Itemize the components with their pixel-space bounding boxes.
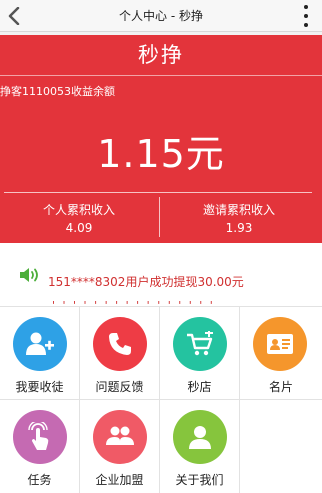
menu-item-label: 问题反馈: [95, 380, 144, 394]
menu-item-label: 我要收徒: [15, 380, 64, 394]
menu-item-about[interactable]: 关于我们: [160, 400, 240, 493]
more-vertical-icon[interactable]: [302, 5, 310, 27]
balance-panel: 秒挣 挣客1110053收益余额 1.15元 个人累积收入 4.09 邀请累积收…: [0, 35, 322, 243]
balance-value: 1.15元: [97, 132, 225, 176]
notice-scroll-fragment: ' ' ' ' ' ' ' ' ' ' ' ' ' ' ' ': [52, 299, 215, 306]
withdraw-notice: ' ' ' ' ' ' ' ' ' ' ' ' ' ' ' ' 151****8…: [0, 243, 322, 306]
touch-icon: [13, 410, 67, 464]
divider: [4, 192, 312, 193]
menu-grid: 我要收徒 问题反馈 秒店 名片 任务 企业加盟 关于我们: [0, 306, 322, 493]
menu-item-empty: [240, 400, 322, 493]
menu-item-task[interactable]: 任务: [0, 400, 80, 493]
card-icon: [253, 317, 307, 371]
personal-total-label: 个人累积收入: [42, 203, 115, 217]
page-title: 个人中心 - 秒挣: [119, 9, 203, 23]
speaker-icon: [18, 265, 42, 285]
menu-item-label: 关于我们: [175, 473, 224, 487]
notice-text: 151****8302用户成功提现30.00元: [48, 275, 244, 289]
divider: [0, 75, 322, 76]
personal-total[interactable]: 个人累积收入 4.09: [0, 201, 158, 235]
balance-label: 挣客1110053收益余额: [0, 85, 115, 98]
menu-item-card[interactable]: 名片: [240, 307, 322, 400]
title-bar: 个人中心 - 秒挣: [0, 0, 322, 32]
cart-icon: [173, 317, 227, 371]
person-icon: [173, 410, 227, 464]
menu-item-label: 任务: [27, 473, 52, 487]
notice-scroll-fragment: ' ' ' ' ' ' ' ' ' ' ' ' ' ' ' ': [52, 243, 215, 250]
personal-total-value: 4.09: [65, 221, 93, 235]
app-name: 秒挣: [138, 43, 184, 67]
phone-icon: [93, 317, 147, 371]
menu-item-recruit[interactable]: 我要收徒: [0, 307, 80, 400]
menu-item-franchise[interactable]: 企业加盟: [80, 400, 160, 493]
invite-total-label: 邀请累积收入: [202, 203, 275, 217]
menu-item-label: 名片: [268, 380, 293, 394]
menu-item-label: 秒店: [187, 380, 212, 394]
invite-total[interactable]: 邀请累积收入 1.93: [160, 201, 318, 235]
menu-item-label: 企业加盟: [95, 473, 144, 487]
invite-total-value: 1.93: [225, 221, 253, 235]
menu-item-feedback[interactable]: 问题反馈: [80, 307, 160, 400]
menu-item-shop[interactable]: 秒店: [160, 307, 240, 400]
add-user-icon: [13, 317, 67, 371]
group-icon: [93, 410, 147, 464]
